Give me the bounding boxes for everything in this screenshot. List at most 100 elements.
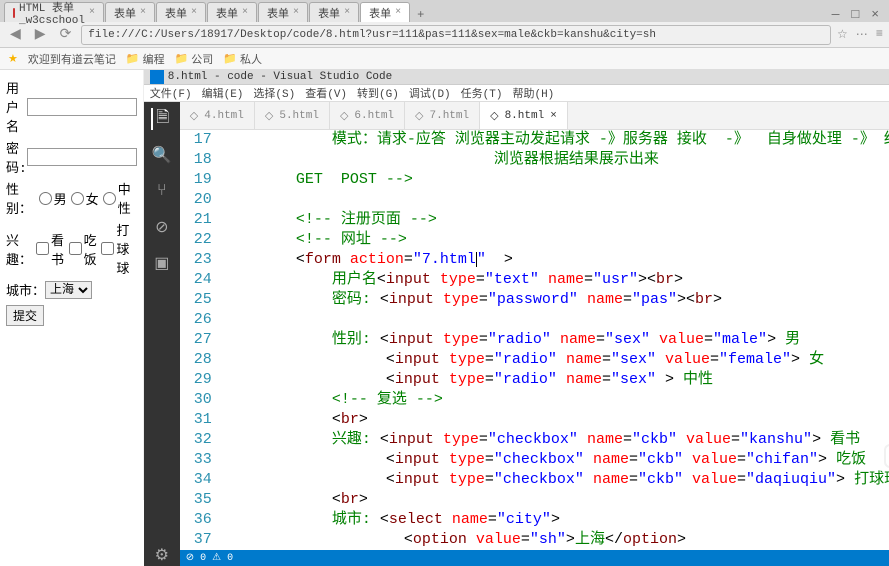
editor-tab[interactable]: ◇7.html bbox=[405, 102, 480, 129]
browser-tab[interactable]: 表单 × bbox=[258, 2, 308, 22]
browser-tab[interactable]: HTML 表单_w3cschool× bbox=[4, 2, 104, 22]
close-tab-icon[interactable]: × bbox=[395, 7, 401, 18]
file-icon: ◇ bbox=[265, 109, 273, 123]
menu-icon[interactable]: ≡ bbox=[876, 27, 883, 42]
browser-tab-active[interactable]: 表单 × bbox=[360, 2, 410, 22]
browser-tab[interactable]: 表单 × bbox=[105, 2, 155, 22]
extensions-icon[interactable]: ⋯ bbox=[856, 27, 868, 42]
sex-label: 性别： bbox=[6, 179, 35, 217]
editor-tab[interactable]: ◇4.html bbox=[180, 102, 255, 129]
tab-title: 表单 bbox=[216, 5, 238, 21]
url-input[interactable]: file:///C:/Users/18917/Desktop/code/8.ht… bbox=[81, 25, 831, 45]
bookmark-star-icon: ★ bbox=[8, 52, 18, 66]
folder-icon: 📁 bbox=[175, 52, 189, 66]
browser-tab[interactable]: 表单 × bbox=[156, 2, 206, 22]
menu-file[interactable]: 文件(F) bbox=[150, 85, 192, 101]
city-select[interactable]: 上海 bbox=[45, 281, 92, 299]
file-icon: ◇ bbox=[490, 109, 498, 123]
activity-bar: 🗎 🔍 ⑂ ⊘ ▣ ⚙ bbox=[144, 102, 180, 566]
close-tab-icon[interactable]: × bbox=[140, 7, 146, 18]
tab-title: HTML 表单_w3cschool bbox=[19, 0, 85, 27]
submit-button[interactable]: 提交 bbox=[6, 305, 44, 326]
video-watermark-icon bbox=[884, 444, 889, 468]
menu-select[interactable]: 选择(S) bbox=[253, 85, 295, 101]
settings-icon[interactable]: ⚙ bbox=[151, 544, 173, 566]
editor-area: ◇4.html ◇5.html ◇6.html ◇7.html ◇8.html×… bbox=[180, 102, 889, 566]
password-input[interactable] bbox=[27, 148, 137, 166]
vscode-window: 8.html - code - Visual Studio Code 文件(F)… bbox=[144, 70, 889, 500]
browser-tab[interactable]: 表单 × bbox=[207, 2, 257, 22]
search-icon[interactable]: 🔍 bbox=[151, 144, 173, 166]
line-numbers: 1718192021222324252627282930313233343536… bbox=[180, 130, 224, 550]
menu-task[interactable]: 任务(T) bbox=[461, 85, 503, 101]
window-controls: — □ × bbox=[822, 7, 889, 22]
bookmark-item[interactable]: 欢迎到有道云笔记 bbox=[28, 51, 116, 67]
vscode-titlebar: 8.html - code - Visual Studio Code bbox=[144, 70, 889, 85]
tab-title: 表单 bbox=[114, 5, 136, 21]
browser-tab-strip: HTML 表单_w3cschool× 表单 × 表单 × 表单 × 表单 × 表单 × 表… bbox=[0, 0, 889, 22]
code-editor[interactable]: 1718192021222324252627282930313233343536… bbox=[180, 130, 889, 550]
close-tab-icon[interactable]: × bbox=[293, 7, 299, 18]
source-control-icon[interactable]: ⑂ bbox=[151, 180, 173, 202]
back-icon[interactable]: ◀ bbox=[6, 26, 25, 43]
close-tab-icon[interactable]: × bbox=[344, 7, 350, 18]
username-label: 用户名 bbox=[6, 78, 27, 135]
close-tab-icon[interactable]: × bbox=[191, 7, 197, 18]
extensions-icon[interactable]: ▣ bbox=[151, 252, 173, 274]
new-tab-button[interactable]: + bbox=[411, 8, 430, 22]
menu-edit[interactable]: 编辑(E) bbox=[202, 85, 244, 101]
vscode-menubar: 文件(F) 编辑(E) 选择(S) 查看(V) 转到(G) 调试(D) 任务(T… bbox=[144, 85, 889, 102]
hobby-ball-checkbox[interactable] bbox=[101, 242, 114, 255]
hobby-label: 兴趣： bbox=[6, 230, 32, 268]
code-content[interactable]: 模式：请求-应答 浏览器主动发起请求 -》服务器 接收 -》 自身做处理 -》 … bbox=[224, 130, 889, 550]
close-tab-icon[interactable]: × bbox=[89, 7, 95, 18]
sex-neutral-radio[interactable] bbox=[103, 192, 116, 205]
minimize-icon[interactable]: — bbox=[832, 7, 840, 22]
bookmark-folder[interactable]: 📁编程 bbox=[126, 51, 165, 67]
rendered-form: 用户名 密码: 性别： 男 女 中性 兴趣： 看书 吃饭 打球球 城市： 上海 … bbox=[0, 70, 144, 500]
vscode-logo-icon bbox=[150, 70, 164, 84]
explorer-icon[interactable]: 🗎 bbox=[151, 108, 173, 130]
password-label: 密码: bbox=[6, 138, 27, 176]
favicon-icon bbox=[13, 8, 15, 18]
file-icon: ◇ bbox=[415, 109, 423, 123]
folder-icon: 📁 bbox=[126, 52, 140, 66]
maximize-icon[interactable]: □ bbox=[851, 7, 859, 22]
username-input[interactable] bbox=[27, 98, 137, 116]
close-window-icon[interactable]: × bbox=[871, 7, 879, 22]
url-text: file:///C:/Users/18917/Desktop/code/8.ht… bbox=[88, 29, 656, 41]
vscode-title-text: 8.html - code - Visual Studio Code bbox=[168, 71, 392, 83]
menu-help[interactable]: 帮助(H) bbox=[512, 85, 554, 101]
menu-debug[interactable]: 调试(D) bbox=[409, 85, 451, 101]
editor-tab-active[interactable]: ◇8.html× bbox=[480, 102, 568, 129]
address-bar: ◀ ▶ ⟳ file:///C:/Users/18917/Desktop/cod… bbox=[0, 22, 889, 48]
tab-title: 表单 bbox=[267, 5, 289, 21]
hobby-eat-checkbox[interactable] bbox=[69, 242, 82, 255]
forward-icon[interactable]: ▶ bbox=[31, 26, 50, 43]
editor-tab[interactable]: ◇6.html bbox=[330, 102, 405, 129]
folder-icon: 📁 bbox=[223, 52, 237, 66]
bookmark-folder[interactable]: 📁公司 bbox=[175, 51, 214, 67]
browser-tab[interactable]: 表单 × bbox=[309, 2, 359, 22]
editor-tab[interactable]: ◇5.html bbox=[255, 102, 330, 129]
editor-tabs: ◇4.html ◇5.html ◇6.html ◇7.html ◇8.html×… bbox=[180, 102, 889, 130]
menu-goto[interactable]: 转到(G) bbox=[357, 85, 399, 101]
star-icon[interactable]: ☆ bbox=[837, 27, 848, 42]
tab-title: 表单 bbox=[165, 5, 187, 21]
file-icon: ◇ bbox=[340, 109, 348, 123]
close-tab-icon[interactable]: × bbox=[550, 110, 557, 122]
reload-icon[interactable]: ⟳ bbox=[56, 26, 76, 43]
menu-view[interactable]: 查看(V) bbox=[305, 85, 347, 101]
status-bar[interactable]: ⊘ 0 ⚠ 0 bbox=[180, 550, 889, 566]
sex-male-radio[interactable] bbox=[39, 192, 52, 205]
close-tab-icon[interactable]: × bbox=[242, 7, 248, 18]
sex-female-radio[interactable] bbox=[71, 192, 84, 205]
hobby-read-checkbox[interactable] bbox=[36, 242, 49, 255]
file-icon: ◇ bbox=[190, 109, 198, 123]
city-label: 城市： bbox=[6, 280, 45, 299]
status-text: ⊘ 0 ⚠ 0 bbox=[186, 552, 233, 564]
tab-title: 表单 bbox=[318, 5, 340, 21]
bookmark-folder[interactable]: 📁私人 bbox=[223, 51, 262, 67]
debug-icon[interactable]: ⊘ bbox=[151, 216, 173, 238]
tab-title: 表单 bbox=[369, 5, 391, 21]
